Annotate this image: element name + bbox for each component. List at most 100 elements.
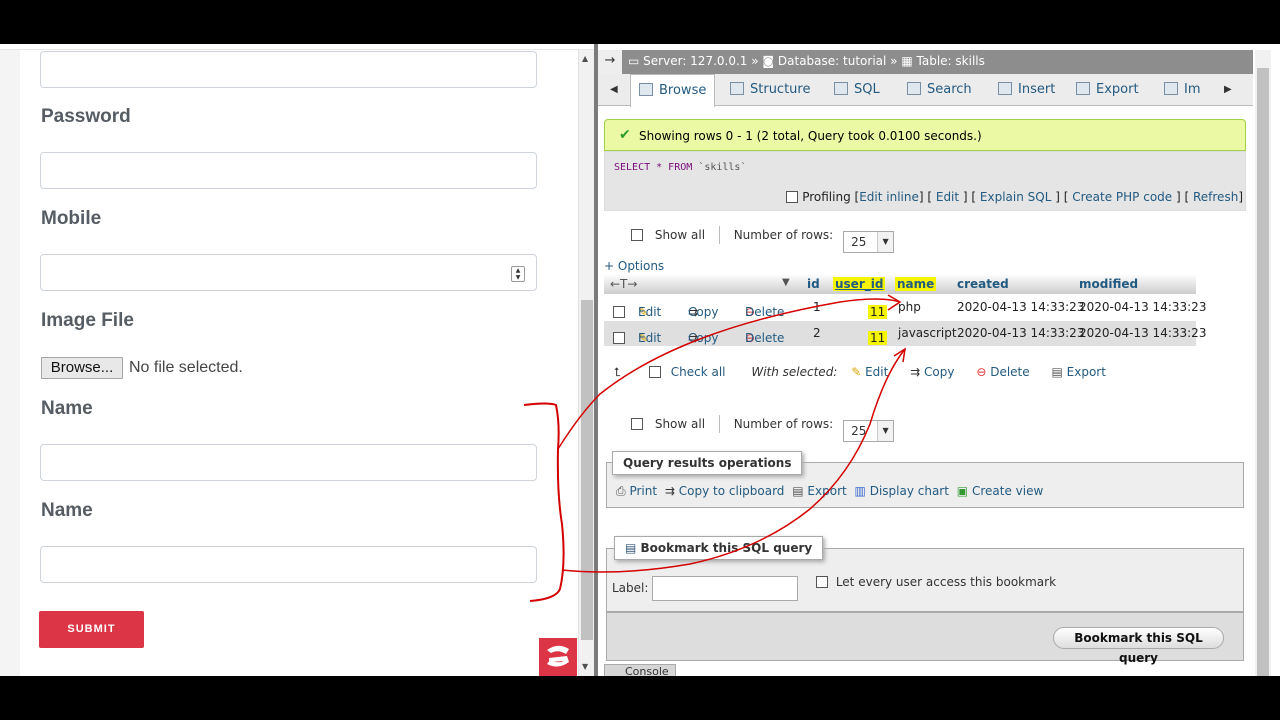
display-chart-link[interactable]: ▥ Display chart	[855, 484, 949, 498]
copy-clipboard-link[interactable]: ⇉ Copy to clipboard	[665, 484, 785, 498]
previous-field-input[interactable]	[40, 51, 537, 88]
sql-query[interactable]: SELECT * FROM `skills`	[614, 162, 746, 173]
export-icon	[1076, 82, 1090, 95]
column-user-id[interactable]: user_id	[833, 277, 886, 291]
rows-select[interactable]: 25 ▼	[843, 420, 895, 442]
sort-arrows-icon[interactable]: ←T→	[610, 277, 637, 291]
bookmark-label: Label:	[612, 581, 649, 595]
tabs-right-arrow-icon[interactable]: ▶	[1224, 74, 1232, 106]
tab-search-label: Search	[927, 82, 972, 97]
pma-scrollbar[interactable]	[1255, 50, 1271, 676]
column-modified[interactable]: modified	[1079, 277, 1138, 291]
crumb-database[interactable]: Database: tutorial	[778, 54, 886, 68]
browse-button[interactable]: Browse...	[41, 357, 123, 379]
browser-top-edge	[0, 44, 596, 50]
rows-select-value: 25	[851, 424, 867, 438]
column-created[interactable]: created	[957, 277, 1009, 291]
cell-id[interactable]: 2	[813, 326, 821, 340]
check-all-checkbox[interactable]	[648, 366, 661, 378]
refresh-link[interactable]: Refresh	[1193, 190, 1238, 204]
row-checkbox[interactable]	[613, 332, 625, 344]
tab-export[interactable]: Export	[1076, 74, 1139, 106]
mobile-input[interactable]: ▲ ▼	[40, 254, 537, 291]
password-input[interactable]	[40, 152, 537, 189]
form-pane: Password Mobile ▲ ▼ Image File Browse...…	[0, 44, 596, 676]
check-all-label[interactable]: Check all	[671, 365, 726, 379]
query-ops-links: ⎙ Print ⇉ Copy to clipboard ▤ Export ▥ D…	[616, 484, 1043, 499]
console-tab[interactable]: Console	[604, 664, 676, 676]
cell-id[interactable]: 1	[813, 300, 821, 314]
name-label-1: Name	[41, 398, 93, 419]
form-scrollbar[interactable]: ▲ ▼	[578, 50, 594, 676]
bulk-copy[interactable]: ⇉ Copy	[910, 365, 954, 379]
options-link[interactable]: + Options	[604, 259, 664, 273]
search-icon	[907, 82, 921, 95]
cell-created[interactable]: 2020-04-13 14:33:23	[957, 326, 1084, 340]
tab-browse[interactable]: Browse	[630, 74, 716, 107]
bulk-edit[interactable]: ✎ Edit	[851, 365, 888, 379]
sql-query-box: SELECT * FROM `skills` Profiling [Edit i…	[604, 151, 1246, 211]
name-input-1[interactable]	[40, 444, 537, 481]
tabs-left-arrow-icon[interactable]: ◀	[610, 74, 618, 106]
spinner-up-icon[interactable]: ▲	[512, 267, 524, 274]
cell-created[interactable]: 2020-04-13 14:33:23	[957, 300, 1084, 314]
cell-modified[interactable]: 2020-04-13 14:33:23	[1079, 300, 1206, 314]
form-scrollbar-thumb[interactable]	[581, 300, 593, 640]
bulk-actions: ⮤ Check all With selected: ✎ Edit ⇉ Copy…	[614, 365, 1106, 380]
create-php-link[interactable]: Create PHP code	[1072, 190, 1172, 204]
copy-icon: ⇉	[664, 484, 675, 498]
number-spinner[interactable]: ▲ ▼	[511, 266, 525, 282]
crumb-server[interactable]: Server: 127.0.0.1	[643, 54, 747, 68]
create-view-link[interactable]: ▣ Create view	[957, 484, 1044, 498]
crumb-table[interactable]: Table: skills	[917, 54, 985, 68]
query-ops-title: Query results operations	[612, 451, 803, 475]
bookmark-button[interactable]: Bookmark this SQL query	[1053, 627, 1224, 665]
cell-modified[interactable]: 2020-04-13 14:33:23	[1079, 326, 1206, 340]
table-row: ✎ Edit ⇉ Copy ⊖ Delete 1 11 php 2020-04-…	[604, 295, 1206, 320]
tab-structure[interactable]: Structure	[730, 74, 810, 106]
bookmark-share-checkbox[interactable]	[816, 576, 828, 588]
pma-scrollbar-thumb[interactable]	[1257, 68, 1269, 676]
row-checkbox[interactable]	[613, 306, 625, 318]
edit-link[interactable]: Edit	[936, 190, 959, 204]
column-id[interactable]: id	[807, 277, 820, 291]
name-input-2[interactable]	[40, 546, 537, 583]
submit-button[interactable]: SUBMIT	[39, 611, 144, 648]
explain-sql-link[interactable]: Explain SQL	[980, 190, 1052, 204]
import-icon	[1164, 82, 1178, 95]
tab-search[interactable]: Search	[907, 74, 972, 106]
success-text: Showing rows 0 - 1 (2 total, Query took …	[639, 129, 982, 143]
bookmark-label-input[interactable]	[652, 576, 798, 601]
rows-select[interactable]: 25 ▼	[843, 231, 895, 253]
spinner-down-icon[interactable]: ▼	[512, 274, 524, 281]
bulk-delete[interactable]: ⊖ Delete	[976, 365, 1029, 379]
tab-sql[interactable]: SQL	[834, 74, 880, 106]
show-all-checkbox[interactable]	[631, 418, 643, 430]
delete-icon: ⊖	[976, 365, 987, 379]
collapse-arrow-icon[interactable]: →	[598, 50, 622, 74]
column-menu-icon[interactable]: ▼	[782, 277, 790, 288]
edit-inline-link[interactable]: Edit inline	[859, 190, 919, 204]
print-link[interactable]: ⎙ Print	[616, 484, 657, 498]
chart-icon: ▥	[854, 484, 866, 498]
tab-insert[interactable]: Insert	[998, 74, 1055, 106]
show-all-label: Show all	[654, 228, 706, 242]
cell-name[interactable]: php	[898, 300, 921, 314]
column-user-id-label: user_id	[833, 277, 886, 291]
export-link[interactable]: ▤ Export	[792, 484, 846, 498]
tab-import[interactable]: Im	[1164, 74, 1201, 106]
structure-icon	[730, 82, 744, 95]
tab-structure-label: Structure	[750, 82, 811, 97]
show-all-checkbox[interactable]	[631, 229, 643, 241]
letterbox-bottom	[0, 676, 1280, 720]
export-icon: ▤	[792, 484, 804, 498]
screen: Password Mobile ▲ ▼ Image File Browse...…	[0, 44, 1280, 676]
bulk-export[interactable]: ▤ Export	[1051, 365, 1105, 379]
crumb-separator: »	[890, 54, 898, 68]
column-name[interactable]: name	[895, 277, 937, 291]
bookmark-icon: ▤	[625, 541, 637, 555]
check-icon: ✔	[619, 127, 631, 143]
page-gutter	[0, 50, 20, 676]
cell-name[interactable]: javascript	[898, 326, 957, 340]
profiling-checkbox[interactable]	[786, 191, 799, 203]
